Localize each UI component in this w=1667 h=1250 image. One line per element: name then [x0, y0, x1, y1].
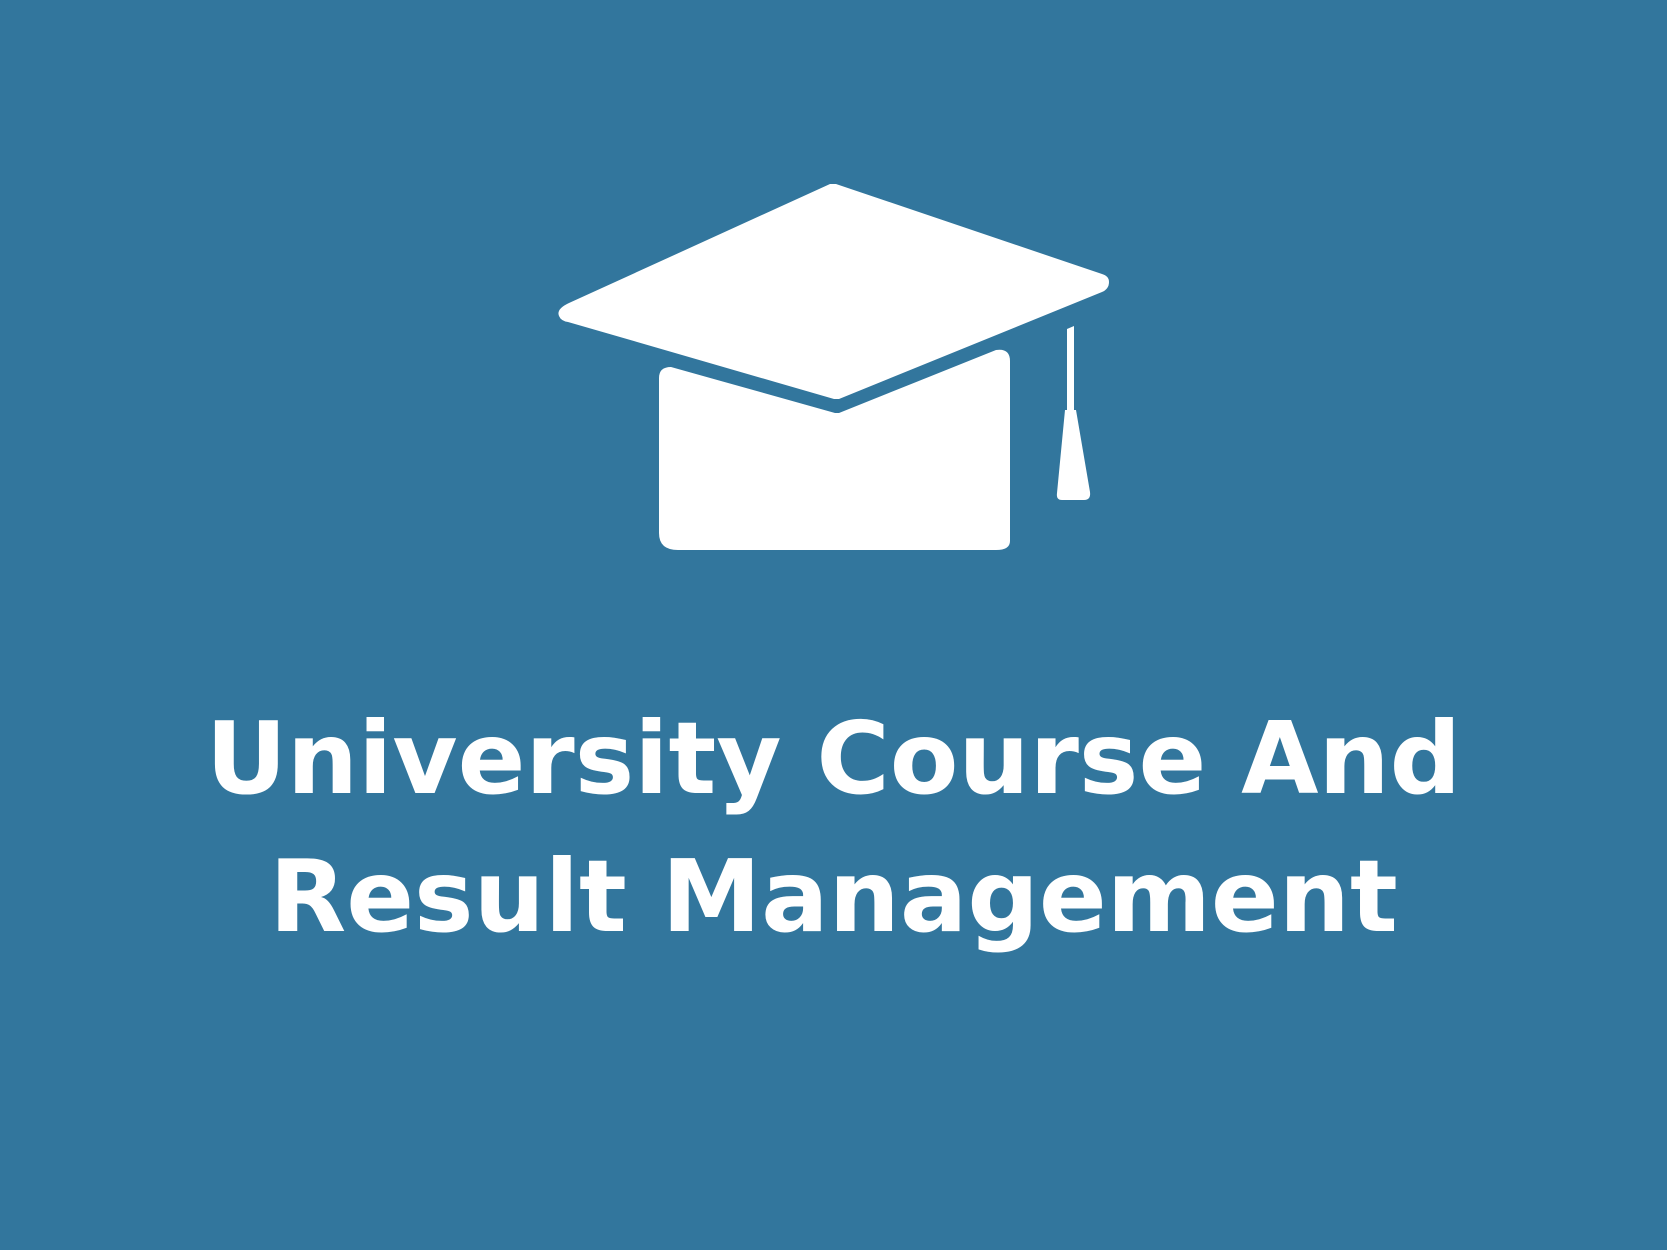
title-line-1: University Course And — [205, 700, 1462, 817]
splash-panel: University Course And Result Management — [0, 0, 1667, 1250]
tassel — [1056, 410, 1091, 500]
graduation-cap-graphic — [558, 184, 1109, 550]
graduation-cap-icon — [548, 168, 1113, 558]
cap-board — [558, 184, 1109, 399]
tassel-cord — [1067, 326, 1074, 410]
title-line-2: Result Management — [269, 838, 1398, 955]
page-title: University Course And Result Management — [0, 690, 1667, 966]
